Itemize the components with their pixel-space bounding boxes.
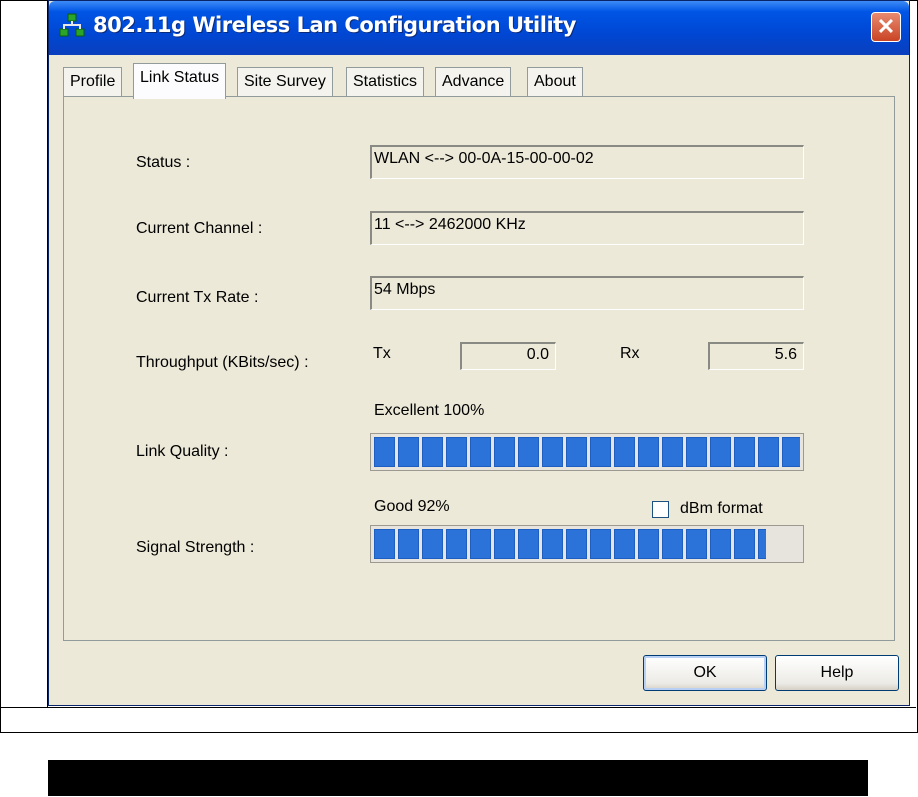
- signal-strength-bar: [370, 525, 804, 563]
- bar-segment: [470, 437, 491, 467]
- bar-segment: [422, 437, 443, 467]
- signal-strength-label: Signal Strength :: [136, 539, 255, 556]
- link-quality-label: Link Quality :: [136, 443, 229, 460]
- bar-segment: [566, 437, 587, 467]
- bar-segment: [446, 437, 467, 467]
- bar-segment: [662, 437, 683, 467]
- tab-statistics[interactable]: Statistics: [346, 67, 425, 97]
- status-field: WLAN <--> 00-0A-15-00-00-02: [370, 145, 804, 179]
- bar-segment: [398, 529, 419, 559]
- bar-segment: [422, 529, 443, 559]
- network-icon: [59, 13, 85, 37]
- bar-segment: [758, 437, 779, 467]
- bar-segment: [590, 529, 611, 559]
- link-quality-bar: [370, 433, 804, 471]
- bar-segment: [614, 529, 635, 559]
- bar-segment: [470, 529, 491, 559]
- bar-segment: [374, 529, 395, 559]
- redacted-bar: [48, 760, 868, 796]
- bar-segment: [734, 437, 755, 467]
- bar-segment: [734, 529, 755, 559]
- current-channel-label: Current Channel :: [136, 220, 263, 237]
- current-channel-field: 11 <--> 2462000 KHz: [370, 211, 804, 245]
- window-title: 802.11g Wireless Lan Configuration Utili…: [93, 13, 576, 37]
- bar-segment: [446, 529, 467, 559]
- tab-advance[interactable]: Advance: [435, 67, 512, 97]
- signal-strength-text: Good 92%: [374, 498, 450, 515]
- tab-site-survey[interactable]: Site Survey: [237, 67, 333, 97]
- bar-segment: [590, 437, 611, 467]
- bar-segment: [710, 437, 731, 467]
- current-tx-rate-field: 54 Mbps: [370, 276, 804, 310]
- bar-segment: [518, 437, 539, 467]
- bar-segment: [614, 437, 635, 467]
- link-status-panel: Status : WLAN <--> 00-0A-15-00-00-02 Cur…: [63, 96, 895, 641]
- bar-segment: [662, 529, 683, 559]
- signal-strength-bar-fill: [374, 529, 766, 559]
- config-utility-window: 802.11g Wireless Lan Configuration Utili…: [48, 0, 910, 706]
- bar-segment: [518, 529, 539, 559]
- bar-segment: [542, 437, 563, 467]
- bar-segment: [638, 529, 659, 559]
- dbm-format-checkbox[interactable]: [652, 501, 669, 518]
- close-button[interactable]: ✕: [871, 12, 901, 42]
- rx-label: Rx: [620, 345, 640, 362]
- link-quality-bar-fill: [374, 437, 800, 467]
- current-tx-rate-label: Current Tx Rate :: [136, 289, 259, 306]
- bar-segment: [566, 529, 587, 559]
- bar-segment: [710, 529, 731, 559]
- status-label: Status :: [136, 154, 191, 171]
- tx-throughput-field: 0.0: [460, 342, 556, 370]
- ok-button[interactable]: OK: [643, 655, 767, 691]
- bar-segment: [398, 437, 419, 467]
- bar-segment: [638, 437, 659, 467]
- link-quality-text: Excellent 100%: [374, 402, 485, 419]
- bar-segment: [758, 529, 766, 559]
- bar-segment: [374, 437, 395, 467]
- bar-segment: [494, 529, 515, 559]
- bar-segment: [782, 437, 800, 467]
- document-divider: [0, 707, 916, 708]
- tab-link-status[interactable]: Link Status: [133, 63, 227, 99]
- tx-label: Tx: [373, 345, 391, 362]
- throughput-label: Throughput (KBits/sec) :: [136, 354, 309, 371]
- title-bar[interactable]: 802.11g Wireless Lan Configuration Utili…: [49, 1, 909, 55]
- bar-segment: [686, 529, 707, 559]
- tab-about[interactable]: About: [527, 67, 583, 97]
- bar-segment: [542, 529, 563, 559]
- help-button[interactable]: Help: [775, 655, 899, 691]
- rx-throughput-field: 5.6: [708, 342, 804, 370]
- dbm-format-label[interactable]: dBm format: [680, 500, 763, 518]
- bar-segment: [494, 437, 515, 467]
- tab-profile[interactable]: Profile: [63, 67, 123, 97]
- bar-segment: [686, 437, 707, 467]
